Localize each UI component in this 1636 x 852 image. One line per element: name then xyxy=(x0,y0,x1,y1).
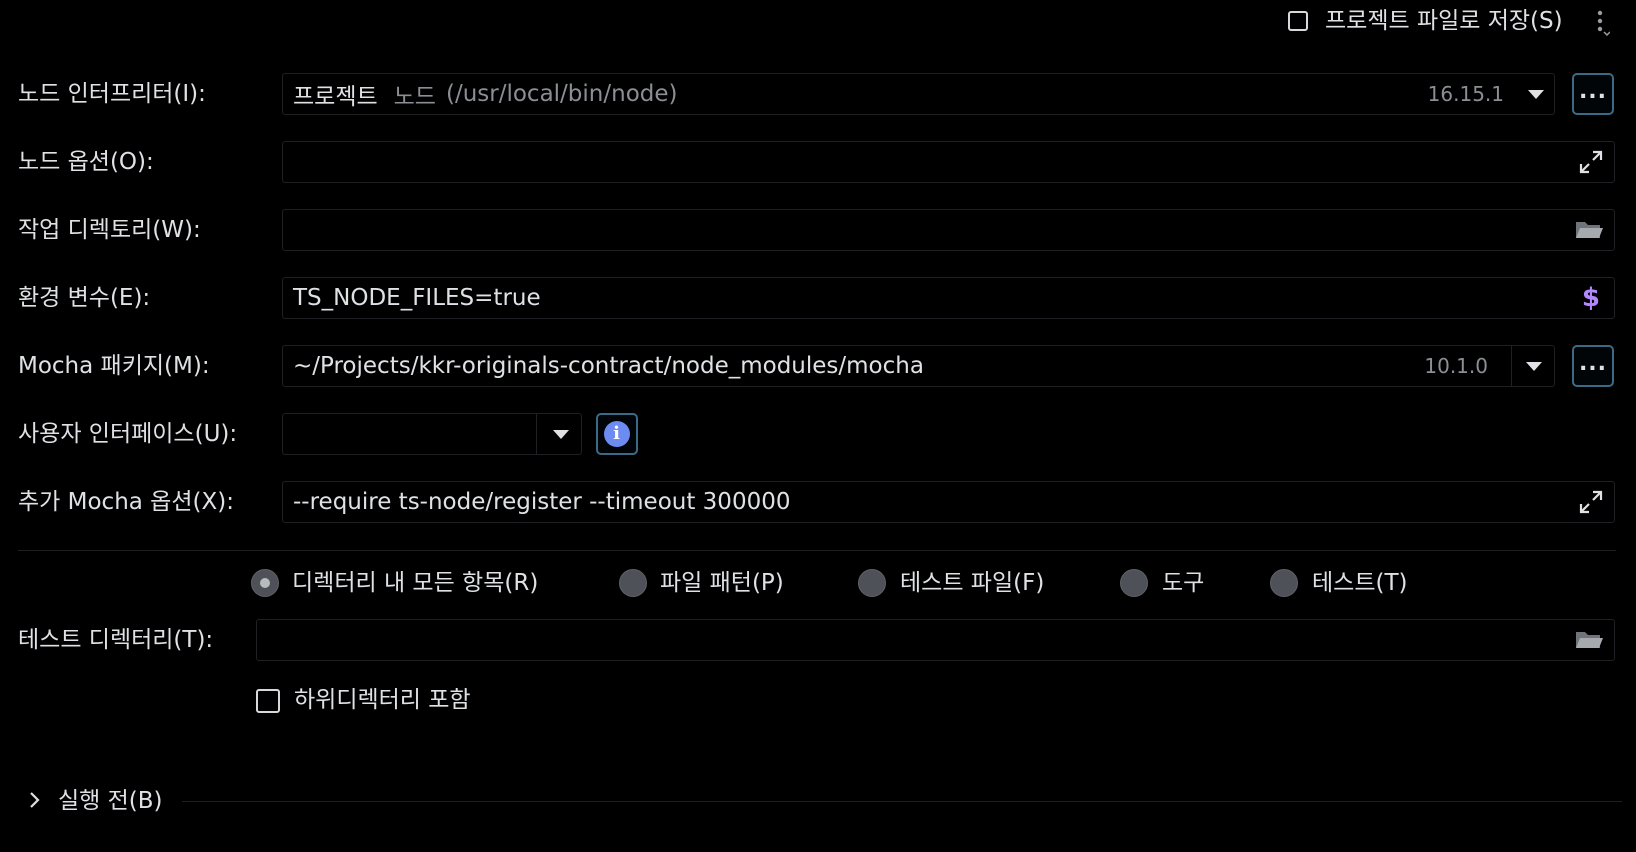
node-interpreter-browse-button[interactable]: ... xyxy=(1572,73,1614,115)
node-interpreter-path: (/usr/local/bin/node) xyxy=(445,81,678,107)
radio-test-label: 테스트(T) xyxy=(1312,570,1408,596)
radio-tool[interactable] xyxy=(1120,569,1148,597)
mocha-package-value: ~/Projects/kkr-originals-contract/node_m… xyxy=(293,353,924,379)
node-options-label: 노드 옵션(O): xyxy=(18,149,154,175)
vertical-ellipsis-icon[interactable] xyxy=(1596,10,1611,38)
include-subdirs-label: 하위디렉터리 포함 xyxy=(294,687,471,713)
radio-all-in-directory-label: 디렉터리 내 모든 항목(R) xyxy=(292,570,539,596)
node-version: 16.15.1 xyxy=(1427,82,1504,106)
working-dir-label: 작업 디렉토리(W): xyxy=(18,217,201,243)
node-interpreter-prefix: 프로젝트 xyxy=(293,84,378,110)
user-interface-select[interactable] xyxy=(282,413,582,455)
folder-icon[interactable] xyxy=(1574,620,1604,660)
test-directory-input[interactable] xyxy=(256,619,1615,661)
mocha-package-label: Mocha 패키지(M): xyxy=(18,353,210,379)
before-launch-label[interactable]: 실행 전(B) xyxy=(58,784,163,818)
dollar-icon[interactable]: $ xyxy=(1582,283,1600,313)
node-options-input[interactable] xyxy=(282,141,1615,183)
radio-file-pattern-label: 파일 패턴(P) xyxy=(660,570,784,596)
include-subdirs-checkbox[interactable] xyxy=(256,689,280,713)
node-interpreter-label: 노드 인터프리터(I): xyxy=(18,81,206,107)
expand-icon[interactable] xyxy=(1578,482,1604,522)
mocha-package-browse-button[interactable]: ... xyxy=(1572,345,1614,387)
working-dir-input[interactable] xyxy=(282,209,1615,251)
radio-file-pattern[interactable] xyxy=(619,569,647,597)
extra-mocha-options-value: --require ts-node/register --timeout 300… xyxy=(293,489,791,515)
radio-all-in-directory[interactable] xyxy=(251,569,279,597)
section-divider xyxy=(18,550,1616,551)
chevron-down-icon[interactable] xyxy=(1526,346,1542,386)
env-vars-input[interactable]: TS_NODE_FILES=true $ xyxy=(282,277,1615,319)
radio-test-file-label: 테스트 파일(F) xyxy=(900,570,1045,596)
node-interpreter-name: 노드 xyxy=(393,84,436,110)
env-vars-value: TS_NODE_FILES=true xyxy=(293,285,541,311)
chevron-down-icon[interactable] xyxy=(553,414,569,454)
folder-icon[interactable] xyxy=(1574,210,1604,250)
chevron-down-icon[interactable] xyxy=(1528,74,1544,114)
user-interface-label: 사용자 인터페이스(U): xyxy=(18,421,238,447)
env-vars-label: 환경 변수(E): xyxy=(18,285,151,311)
user-interface-info-button[interactable]: i xyxy=(596,413,638,455)
extra-mocha-options-input[interactable]: --require ts-node/register --timeout 300… xyxy=(282,481,1615,523)
chevron-right-icon[interactable] xyxy=(26,788,42,812)
extra-mocha-options-label: 추가 Mocha 옵션(X): xyxy=(18,489,234,515)
node-interpreter-select[interactable]: 프로젝트 노드 (/usr/local/bin/node) 16.15.1 xyxy=(282,73,1555,115)
radio-tool-label: 도구 xyxy=(1162,570,1205,596)
save-to-project-label: 프로젝트 파일로 저장(S) xyxy=(1325,8,1563,34)
mocha-package-select[interactable]: ~/Projects/kkr-originals-contract/node_m… xyxy=(282,345,1555,387)
radio-test[interactable] xyxy=(1270,569,1298,597)
info-icon: i xyxy=(604,421,630,447)
radio-test-file[interactable] xyxy=(858,569,886,597)
before-launch-divider xyxy=(182,801,1622,802)
test-directory-label: 테스트 디렉터리(T): xyxy=(18,627,214,653)
expand-icon[interactable] xyxy=(1578,142,1604,182)
save-to-project-checkbox[interactable] xyxy=(1288,11,1308,31)
